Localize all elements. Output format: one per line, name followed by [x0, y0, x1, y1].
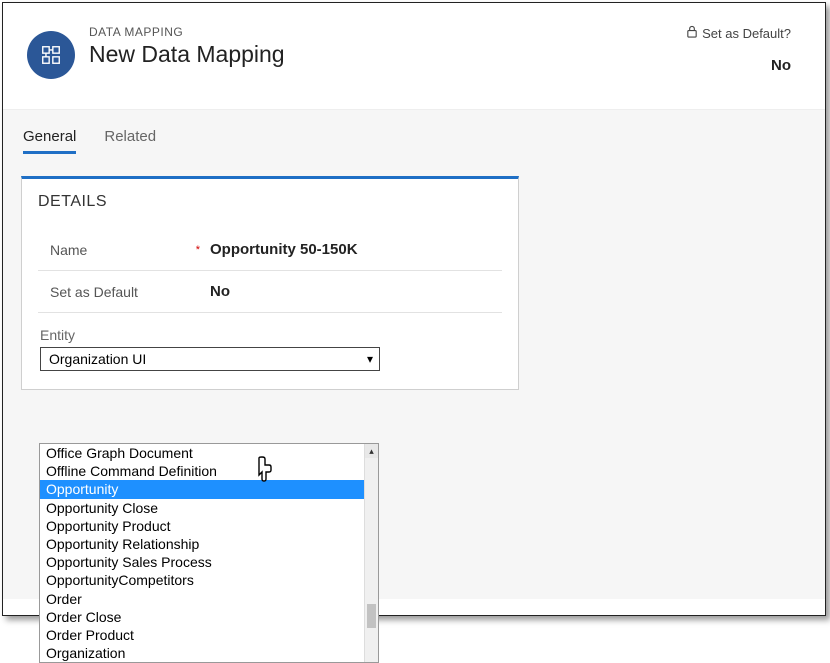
- lock-icon: [686, 25, 698, 41]
- field-row-name: Name * Opportunity 50-150K: [38, 229, 502, 271]
- scrollbar-thumb[interactable]: [367, 604, 376, 628]
- default-input[interactable]: No: [210, 283, 230, 300]
- set-default-value: No: [686, 57, 791, 74]
- dropdown-item[interactable]: Order Close: [40, 608, 378, 626]
- entity-label: Entity: [40, 327, 500, 343]
- name-label-text: Name: [50, 242, 87, 258]
- field-label-name: Name *: [50, 242, 210, 258]
- dropdown-item[interactable]: Opportunity Relationship: [40, 535, 378, 553]
- set-default-block: Set as Default? No: [686, 25, 801, 74]
- data-mapping-icon: [27, 31, 75, 79]
- eyebrow-label: DATA MAPPING: [89, 25, 686, 39]
- set-default-label-text: Set as Default?: [702, 26, 791, 41]
- dropdown-item[interactable]: Office Graph Document: [40, 444, 378, 462]
- dropdown-item[interactable]: Order Product: [40, 626, 378, 644]
- page-title: New Data Mapping: [89, 41, 686, 68]
- dropdown-item[interactable]: Opportunity Sales Process: [40, 553, 378, 571]
- scrollbar-up-arrow[interactable]: ▴: [365, 444, 378, 458]
- tab-related[interactable]: Related: [104, 128, 156, 154]
- dropdown-item[interactable]: Offline Command Definition: [40, 462, 378, 480]
- entity-section: Entity Organization UI ▾: [38, 327, 502, 371]
- scrollbar-track[interactable]: ▴: [364, 444, 378, 662]
- chevron-down-icon: ▾: [367, 352, 373, 366]
- page-header: DATA MAPPING New Data Mapping Set as Def…: [3, 3, 825, 109]
- name-input[interactable]: Opportunity 50-150K: [210, 241, 358, 258]
- app-window: DATA MAPPING New Data Mapping Set as Def…: [2, 2, 826, 616]
- required-indicator: *: [196, 244, 200, 256]
- set-default-label: Set as Default?: [686, 25, 791, 41]
- tab-bar: General Related: [21, 128, 807, 154]
- details-card: DETAILS Name * Opportunity 50-150K Set a…: [21, 176, 519, 390]
- dropdown-item[interactable]: Organization: [40, 644, 378, 662]
- tab-general[interactable]: General: [23, 128, 76, 154]
- dropdown-item[interactable]: Opportunity Product: [40, 517, 378, 535]
- details-card-title: DETAILS: [38, 193, 502, 211]
- dropdown-item[interactable]: Order: [40, 590, 378, 608]
- field-label-default: Set as Default: [50, 284, 210, 300]
- entity-select[interactable]: Organization UI ▾: [40, 347, 380, 371]
- field-row-default: Set as Default No: [38, 271, 502, 313]
- dropdown-item[interactable]: Opportunity: [40, 480, 378, 498]
- dropdown-item[interactable]: OpportunityCompetitors: [40, 571, 378, 589]
- entity-dropdown[interactable]: ▴ Office Graph DocumentOffline Command D…: [39, 443, 379, 663]
- dropdown-item[interactable]: Opportunity Close: [40, 499, 378, 517]
- entity-select-value: Organization UI: [49, 351, 367, 367]
- title-block: DATA MAPPING New Data Mapping: [89, 25, 686, 68]
